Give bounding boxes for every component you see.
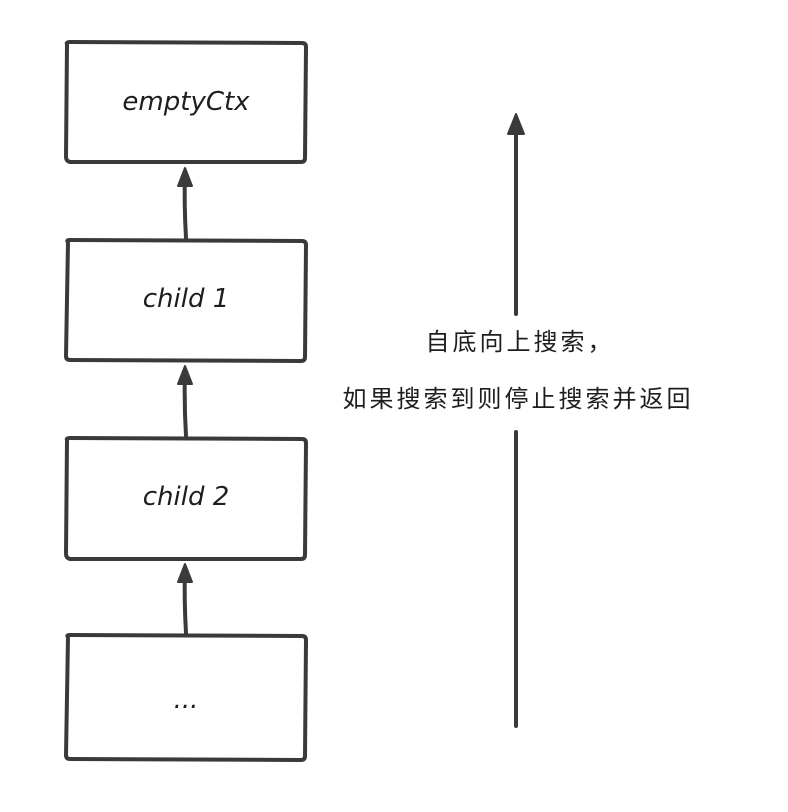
node-label: ... — [174, 685, 199, 715]
arrowhead-icon — [177, 563, 193, 583]
arrow-child2-to-child1 — [177, 365, 193, 438]
arrow-ellipsis-to-child2 — [177, 563, 193, 635]
node-label: emptyCtx — [122, 87, 250, 117]
note-line-2: 如果搜索到则停止搜索并返回 — [343, 385, 694, 413]
node-label: child 2 — [143, 482, 230, 512]
note-line-1: 自底向上搜索， — [426, 328, 615, 356]
arrow-child1-to-emptyctx — [177, 167, 193, 240]
node-child-1: child 1 — [64, 238, 308, 363]
node-empty-ctx: emptyCtx — [64, 40, 308, 164]
node-label: child 1 — [143, 284, 230, 314]
node-ellipsis: ... — [64, 633, 308, 762]
arrowhead-icon — [177, 365, 193, 385]
search-direction-arrow — [507, 113, 525, 728]
node-child-2: child 2 — [64, 436, 308, 561]
arrowhead-icon — [177, 167, 193, 187]
arrowhead-up-icon — [507, 113, 525, 135]
context-chain-diagram: emptyCtx child 1 child 2 ... 自底向上搜索， 如果搜… — [64, 40, 694, 762]
